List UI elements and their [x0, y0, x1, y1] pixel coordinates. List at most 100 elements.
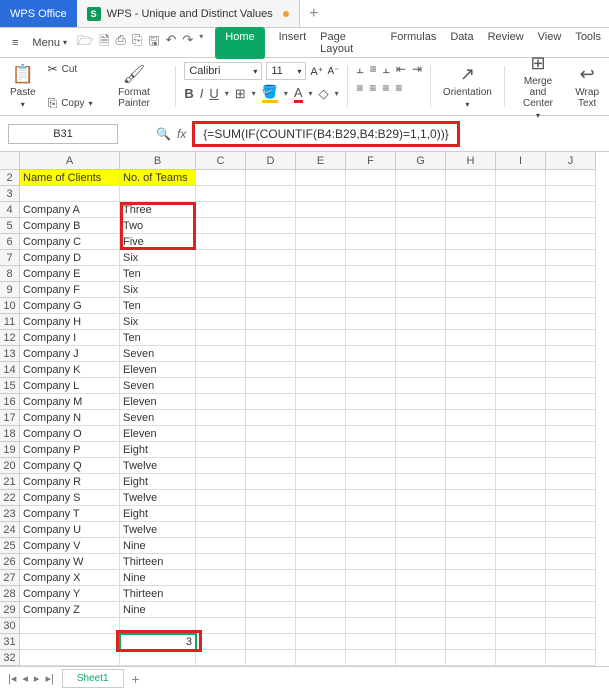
row-header[interactable]: 26 [0, 554, 20, 570]
row-header[interactable]: 11 [0, 314, 20, 330]
cell[interactable] [346, 538, 396, 554]
cell[interactable] [120, 618, 196, 634]
cell[interactable] [296, 426, 346, 442]
cell[interactable]: Eight [120, 442, 196, 458]
column-header[interactable]: A [20, 152, 120, 170]
cell[interactable] [296, 602, 346, 618]
cell[interactable] [396, 314, 446, 330]
cell[interactable] [396, 410, 446, 426]
cell[interactable] [396, 202, 446, 218]
increase-indent-icon[interactable]: ⇥ [412, 62, 422, 77]
cell[interactable] [496, 506, 546, 522]
cell[interactable]: Company W [20, 554, 120, 570]
row-header[interactable]: 20 [0, 458, 20, 474]
cell[interactable] [196, 266, 246, 282]
cell[interactable] [196, 522, 246, 538]
column-header[interactable]: D [246, 152, 296, 170]
new-tab-button[interactable]: + [300, 0, 328, 27]
cell[interactable] [196, 634, 246, 650]
cell[interactable] [246, 186, 296, 202]
cell[interactable] [346, 362, 396, 378]
row-header[interactable]: 10 [0, 298, 20, 314]
row-header[interactable]: 22 [0, 490, 20, 506]
cell[interactable] [196, 170, 246, 186]
cell[interactable] [446, 362, 496, 378]
row-header[interactable]: 29 [0, 602, 20, 618]
column-header[interactable]: F [346, 152, 396, 170]
formula-input[interactable]: {=SUM(IF(COUNTIF(B4:B29,B4:B29)=1,1,0))} [192, 121, 459, 147]
cell[interactable] [396, 218, 446, 234]
cell[interactable] [446, 474, 496, 490]
cell[interactable] [396, 282, 446, 298]
row-header[interactable]: 16 [0, 394, 20, 410]
cell[interactable] [496, 458, 546, 474]
cell[interactable] [196, 506, 246, 522]
cell[interactable] [546, 346, 596, 362]
cell[interactable] [196, 234, 246, 250]
cell[interactable] [396, 586, 446, 602]
cell[interactable] [346, 250, 396, 266]
cell[interactable] [546, 410, 596, 426]
cell[interactable] [296, 618, 346, 634]
cell[interactable] [396, 378, 446, 394]
document-tab[interactable]: S WPS - Unique and Distinct Values [77, 0, 300, 27]
cell[interactable] [246, 650, 296, 666]
cell[interactable]: Company Y [20, 586, 120, 602]
cell[interactable] [346, 522, 396, 538]
cell[interactable] [196, 650, 246, 666]
cell[interactable] [346, 426, 396, 442]
cell[interactable] [546, 570, 596, 586]
name-box[interactable]: B31 [8, 124, 118, 144]
cell[interactable] [296, 634, 346, 650]
sheet-nav-next-icon[interactable]: ▸ [34, 672, 40, 685]
cell[interactable] [446, 346, 496, 362]
cell[interactable] [346, 586, 396, 602]
cell[interactable] [296, 650, 346, 666]
cell[interactable] [20, 618, 120, 634]
cell[interactable] [296, 202, 346, 218]
cell[interactable] [396, 362, 446, 378]
cell[interactable] [396, 522, 446, 538]
row-header[interactable]: 13 [0, 346, 20, 362]
cell[interactable] [296, 522, 346, 538]
cell[interactable] [346, 554, 396, 570]
cell[interactable]: Company G [20, 298, 120, 314]
tab-data[interactable]: Data [450, 27, 473, 59]
row-header[interactable]: 17 [0, 410, 20, 426]
format-painter-button[interactable]: 🖌Format Painter [101, 62, 168, 111]
cell[interactable]: Company U [20, 522, 120, 538]
cell[interactable]: Seven [120, 378, 196, 394]
select-all-corner[interactable] [0, 152, 20, 170]
cell[interactable] [246, 474, 296, 490]
cell[interactable] [296, 442, 346, 458]
cell[interactable] [396, 298, 446, 314]
cell[interactable] [196, 282, 246, 298]
cell[interactable] [396, 442, 446, 458]
cell[interactable] [546, 634, 596, 650]
cell[interactable] [546, 490, 596, 506]
qat-undo-icon[interactable]: ↶ [165, 32, 176, 54]
row-header[interactable]: 9 [0, 282, 20, 298]
cell[interactable] [396, 506, 446, 522]
cell[interactable]: Eight [120, 506, 196, 522]
cell[interactable] [296, 362, 346, 378]
cell[interactable] [346, 394, 396, 410]
cell[interactable]: Company Z [20, 602, 120, 618]
cell[interactable]: Company C [20, 234, 120, 250]
cell[interactable]: Name of Clients [20, 170, 120, 186]
cell[interactable] [496, 378, 546, 394]
cell[interactable] [346, 442, 396, 458]
cell[interactable]: Twelve [120, 458, 196, 474]
row-header[interactable]: 19 [0, 442, 20, 458]
border-button[interactable]: ⊞ [235, 86, 246, 102]
cell[interactable] [446, 218, 496, 234]
cell[interactable] [346, 170, 396, 186]
cell[interactable] [496, 442, 546, 458]
cell[interactable] [546, 458, 596, 474]
cell[interactable] [446, 650, 496, 666]
cell[interactable] [446, 602, 496, 618]
sheet-nav-prev-icon[interactable]: ◂ [22, 672, 28, 685]
cell[interactable] [546, 266, 596, 282]
row-header[interactable]: 28 [0, 586, 20, 602]
cell[interactable] [196, 458, 246, 474]
